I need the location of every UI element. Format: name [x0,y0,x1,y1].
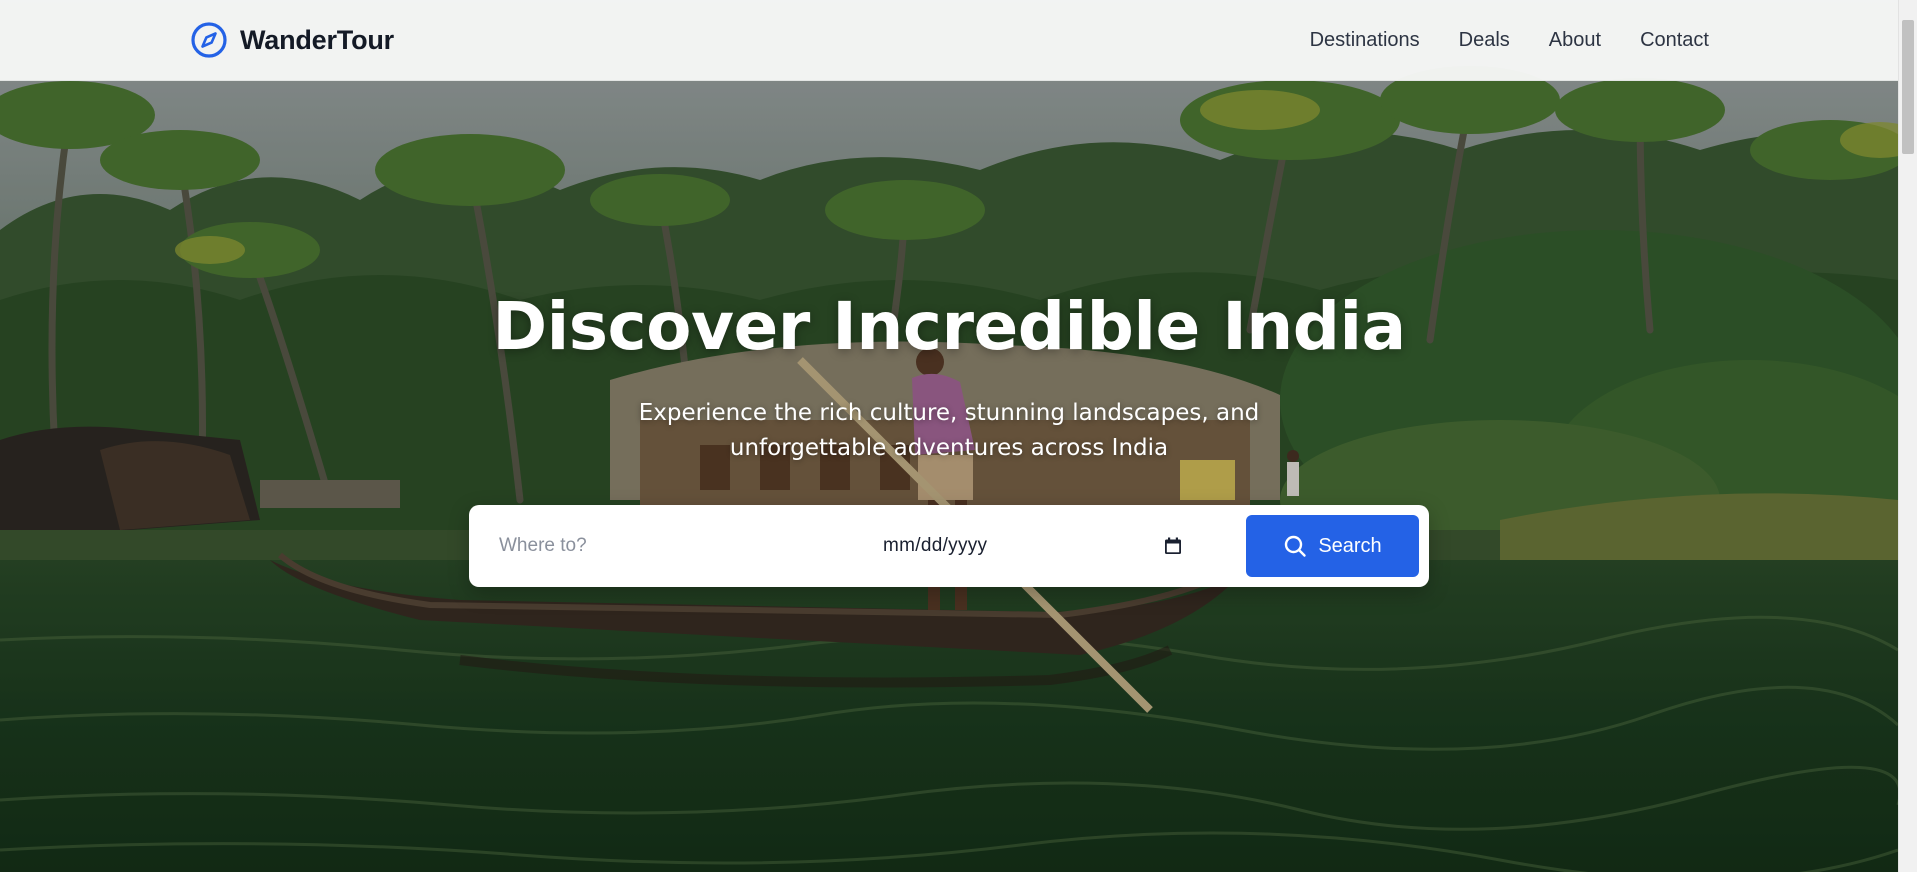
search-button[interactable]: Search [1246,515,1419,577]
date-input[interactable]: mm/dd/yyyy [883,523,1183,569]
calendar-icon[interactable] [1163,536,1183,556]
nav-link-destinations[interactable]: Destinations [1310,29,1420,52]
search-icon [1285,535,1307,557]
main-nav: Destinations Deals About Contact [1310,0,1709,81]
nav-link-about[interactable]: About [1549,29,1601,52]
brand-logo[interactable]: WanderTour [190,20,394,60]
nav-link-deals[interactable]: Deals [1459,29,1510,52]
hero-subtitle: Experience the rich culture, stunning la… [638,400,1260,461]
destination-input[interactable] [497,523,827,569]
navbar: WanderTour Destinations Deals About Cont… [0,0,1898,81]
brand-name: WanderTour [240,24,394,55]
page: WanderTour Destinations Deals About Cont… [0,0,1917,872]
compass-icon [191,22,227,58]
hero-section: Discover Incredible India Experience the… [0,0,1898,872]
hero-title: Discover Incredible India [492,288,1406,365]
date-placeholder: mm/dd/yyyy [883,535,988,556]
page-scrollbar[interactable] [1898,0,1917,872]
search-button-label: Search [1318,534,1382,557]
nav-link-contact[interactable]: Contact [1640,29,1709,52]
search-form: mm/dd/yyyy Search [469,505,1429,587]
scrollbar-thumb[interactable] [1902,20,1914,154]
